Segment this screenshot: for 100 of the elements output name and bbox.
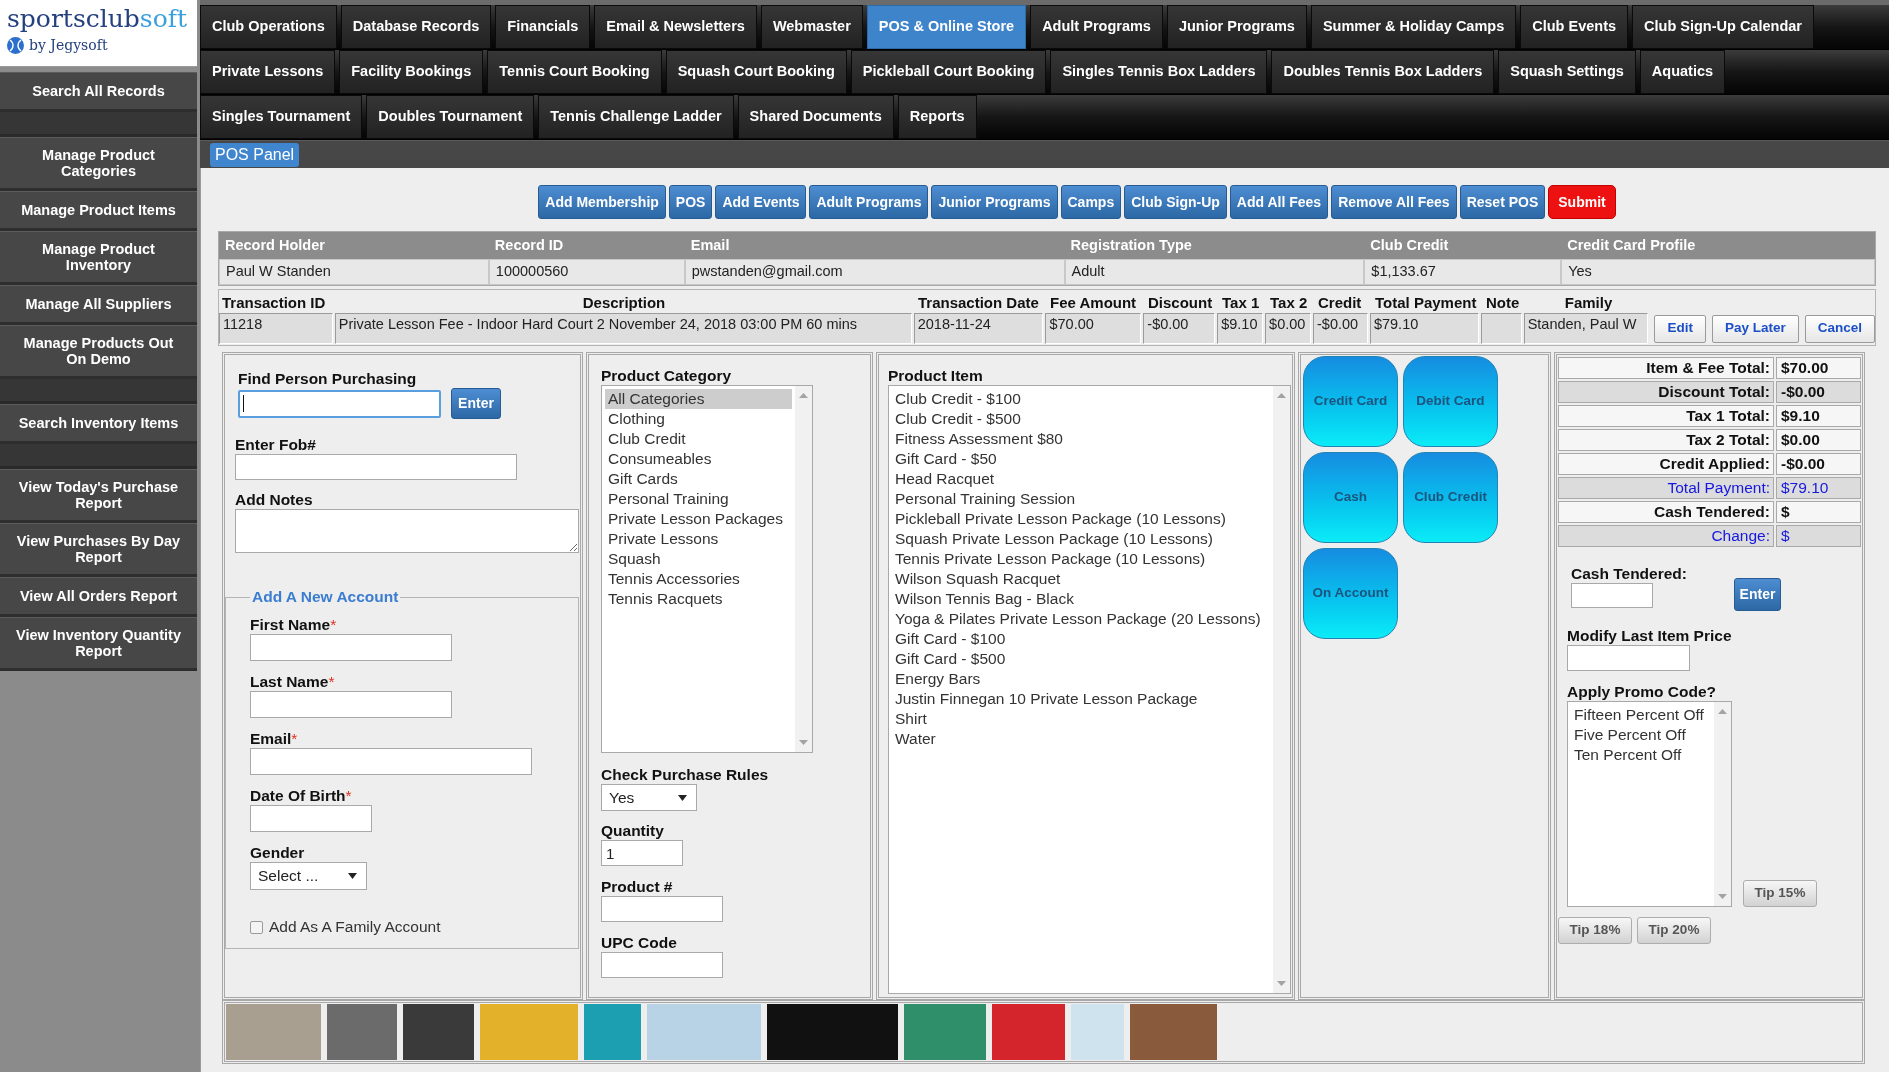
quantity-field[interactable]: 1: [601, 840, 683, 866]
product-number-field[interactable]: [601, 896, 723, 922]
menu-tab[interactable]: Tennis Challenge Ladder: [538, 95, 734, 139]
sidebar-link[interactable]: View Purchases By Day Report: [0, 523, 197, 577]
row-action-button[interactable]: Cancel: [1804, 314, 1875, 343]
sidebar-link[interactable]: Manage Product Categories: [0, 137, 197, 191]
text-field[interactable]: [250, 634, 452, 661]
find-person-field[interactable]: [238, 389, 441, 418]
list-option[interactable]: Pickleball Private Lesson Package (10 Lessons): [892, 509, 1270, 529]
enter-button[interactable]: Enter: [451, 388, 501, 419]
list-option[interactable]: Squash: [605, 549, 792, 569]
sidebar-link[interactable]: View Inventory Quantity Report: [0, 617, 197, 671]
menu-tab[interactable]: Squash Court Booking: [665, 50, 847, 94]
payment-method-button[interactable]: Cash: [1303, 452, 1398, 543]
upc-code-field[interactable]: [601, 952, 723, 978]
menu-tab[interactable]: Webmaster: [760, 5, 863, 49]
menu-tab[interactable]: Email & Newsletters: [594, 5, 757, 49]
action-button[interactable]: Reset POS: [1459, 185, 1546, 219]
text-field[interactable]: [250, 748, 532, 775]
action-button[interactable]: Remove All Fees: [1331, 185, 1457, 219]
cash-tendered-field[interactable]: [1571, 583, 1653, 608]
sub-tab[interactable]: POS Panel: [210, 142, 300, 167]
list-option[interactable]: Tennis Private Lesson Package (10 Lessons): [892, 549, 1270, 569]
checkbox[interactable]: [250, 920, 263, 934]
payment-method-button[interactable]: Credit Card: [1303, 356, 1398, 447]
list-option[interactable]: Personal Training: [605, 489, 792, 509]
scrollbar[interactable]: [1714, 702, 1731, 906]
action-button[interactable]: Add Membership: [538, 185, 666, 219]
sidebar-link[interactable]: Manage All Suppliers: [0, 285, 197, 325]
menu-tab[interactable]: POS & Online Store: [866, 5, 1027, 49]
tip-button[interactable]: Tip 18%: [1558, 917, 1632, 944]
list-option[interactable]: Ten Percent Off: [1571, 745, 1711, 765]
menu-tab[interactable]: Club Operations: [200, 5, 337, 49]
list-option[interactable]: Private Lessons: [605, 529, 792, 549]
menu-tab[interactable]: Summer & Holiday Camps: [1310, 5, 1517, 49]
sidebar-link[interactable]: Search All Records: [0, 72, 197, 112]
action-button[interactable]: Adult Programs: [809, 185, 929, 219]
action-button[interactable]: Add Events: [715, 185, 807, 219]
menu-tab[interactable]: Club Events: [1520, 5, 1629, 49]
list-option[interactable]: Fifteen Percent Off: [1571, 705, 1711, 725]
menu-tab[interactable]: Club Sign-Up Calendar: [1632, 5, 1814, 49]
menu-tab[interactable]: Adult Programs: [1030, 5, 1163, 49]
scroll-up-icon[interactable]: [1718, 709, 1727, 714]
action-button[interactable]: Add All Fees: [1229, 185, 1329, 219]
menu-tab[interactable]: Private Lessons: [200, 50, 336, 94]
list-option[interactable]: Justin Finnegan 10 Private Lesson Package: [892, 689, 1270, 709]
menu-tab[interactable]: Database Records: [340, 5, 492, 49]
list-option[interactable]: Private Lesson Packages: [605, 509, 792, 529]
payment-method-button[interactable]: On Account: [1303, 548, 1398, 639]
list-option[interactable]: Gift Card - $100: [892, 629, 1270, 649]
list-option[interactable]: Clothing: [605, 409, 792, 429]
list-option[interactable]: Club Credit: [605, 429, 792, 449]
list-option[interactable]: Consumeables: [605, 449, 792, 469]
action-button[interactable]: Junior Programs: [931, 185, 1058, 219]
scroll-down-icon[interactable]: [799, 740, 808, 745]
action-button[interactable]: Camps: [1060, 185, 1122, 219]
menu-tab[interactable]: Doubles Tournament: [366, 95, 535, 139]
list-option[interactable]: Gift Card - $50: [892, 449, 1270, 469]
menu-tab[interactable]: Shared Documents: [737, 95, 894, 139]
menu-tab[interactable]: Singles Tennis Box Ladders: [1050, 50, 1268, 94]
list-option[interactable]: Five Percent Off: [1571, 725, 1711, 745]
list-option[interactable]: Yoga & Pilates Private Lesson Package (20 Lessons): [892, 609, 1270, 629]
checkbox-label[interactable]: Add As A Family Account: [269, 918, 441, 936]
action-button[interactable]: POS: [668, 185, 713, 219]
notes-field[interactable]: [235, 509, 579, 553]
action-button[interactable]: Club Sign-Up: [1124, 185, 1227, 219]
sidebar-link[interactable]: View All Orders Report: [0, 577, 197, 617]
scroll-up-icon[interactable]: [799, 393, 808, 398]
scrollbar[interactable]: [1273, 386, 1290, 993]
promo-listbox[interactable]: Fifteen Percent Off Five Percent Off Ten Percent Off: [1567, 701, 1732, 907]
enter-button[interactable]: Enter: [1734, 578, 1781, 611]
menu-tab[interactable]: Aquatics: [1639, 50, 1726, 94]
list-option[interactable]: Gift Cards: [605, 469, 792, 489]
list-option[interactable]: Head Racquet: [892, 469, 1270, 489]
list-option[interactable]: Tennis Racquets: [605, 589, 792, 609]
menu-tab[interactable]: Reports: [897, 95, 977, 139]
scroll-up-icon[interactable]: [1277, 393, 1286, 398]
sidebar-link[interactable]: Search Inventory Items: [0, 404, 197, 444]
text-field[interactable]: [250, 805, 372, 832]
list-option[interactable]: All Categories: [605, 389, 792, 409]
menu-tab[interactable]: Singles Tournament: [200, 95, 363, 139]
list-option[interactable]: Fitness Assessment $80: [892, 429, 1270, 449]
menu-tab[interactable]: Doubles Tennis Box Ladders: [1271, 50, 1495, 94]
fob-field[interactable]: [235, 454, 517, 480]
tip-button[interactable]: Tip 20%: [1637, 917, 1711, 944]
payment-method-button[interactable]: Debit Card: [1403, 356, 1498, 447]
sidebar-link[interactable]: Manage Products Out On Demo: [0, 325, 197, 379]
menu-tab[interactable]: Financials: [495, 5, 591, 49]
menu-tab[interactable]: Squash Settings: [1498, 50, 1636, 94]
list-option[interactable]: Wilson Squash Racquet: [892, 569, 1270, 589]
list-option[interactable]: Personal Training Session: [892, 489, 1270, 509]
item-price-field[interactable]: [1567, 645, 1690, 671]
row-action-button[interactable]: Pay Later: [1711, 314, 1799, 343]
scroll-down-icon[interactable]: [1277, 981, 1286, 986]
menu-tab[interactable]: Junior Programs: [1166, 5, 1307, 49]
row-action-button[interactable]: Edit: [1654, 314, 1706, 343]
list-option[interactable]: Club Credit - $100: [892, 389, 1270, 409]
list-option[interactable]: Tennis Accessories: [605, 569, 792, 589]
list-option[interactable]: Wilson Tennis Bag - Black: [892, 589, 1270, 609]
list-option[interactable]: Gift Card - $500: [892, 649, 1270, 669]
